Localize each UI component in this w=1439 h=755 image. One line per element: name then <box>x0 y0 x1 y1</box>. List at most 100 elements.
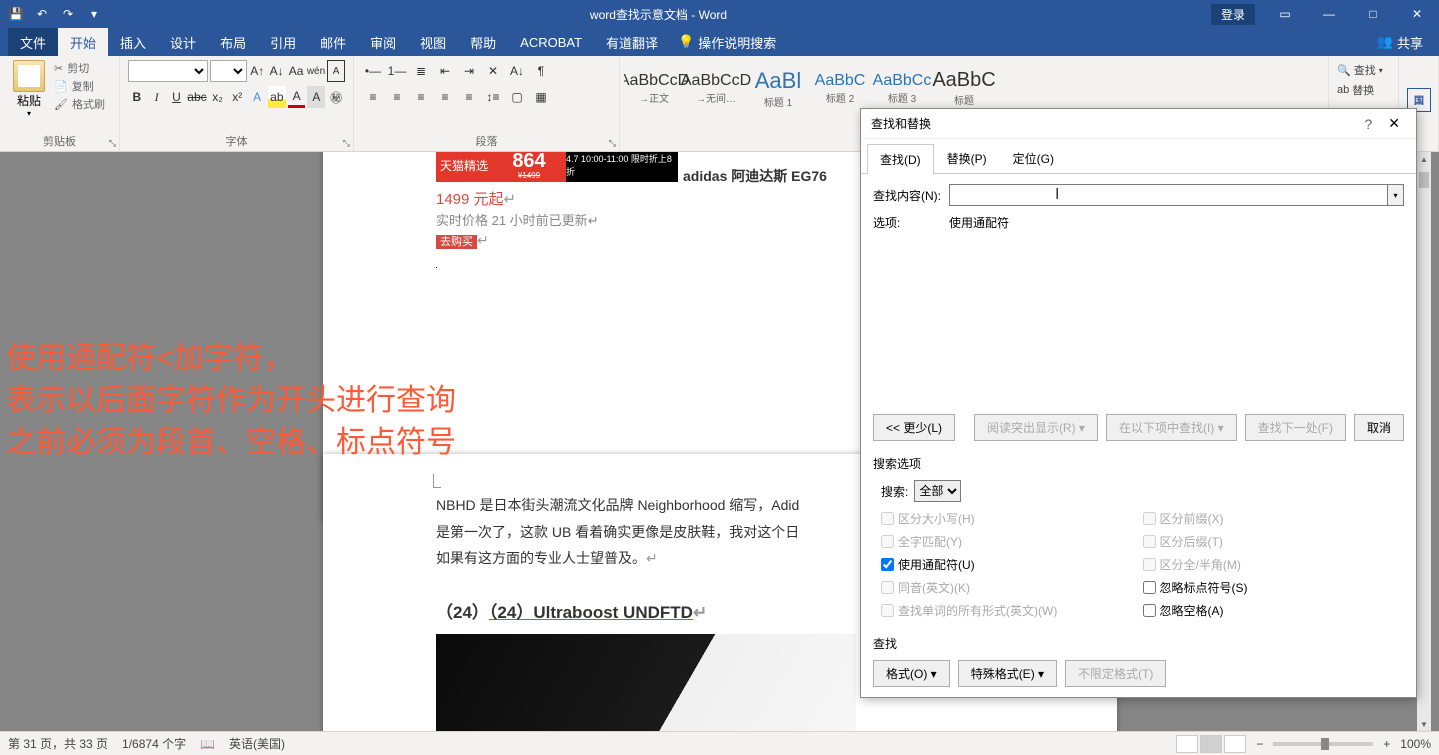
font-launcher-icon[interactable]: ⤡ <box>343 138 350 149</box>
dialog-tab-goto[interactable]: 定位(G) <box>1000 143 1067 173</box>
tab-layout[interactable]: 布局 <box>208 28 258 56</box>
ignore-space-checkbox[interactable]: 忽略空格(A) <box>1143 602 1405 619</box>
align-right-icon[interactable]: ≡ <box>410 86 432 108</box>
enclose-char-icon[interactable]: ㊙ <box>327 86 345 108</box>
special-format-button[interactable]: 特殊格式(E) ▾ <box>958 660 1057 687</box>
strikethrough-button[interactable]: abc <box>187 86 206 108</box>
tab-references[interactable]: 引用 <box>258 28 308 56</box>
tab-youdao[interactable]: 有道翻译 <box>594 28 670 56</box>
zoom-slider[interactable] <box>1273 742 1373 746</box>
replace-button[interactable]: ab替换 <box>1337 80 1390 100</box>
print-layout-icon[interactable] <box>1200 735 1222 753</box>
tab-design[interactable]: 设计 <box>158 28 208 56</box>
maximize-icon[interactable]: □ <box>1351 0 1395 28</box>
dialog-close-icon[interactable]: ✕ <box>1382 115 1406 132</box>
find-next-button[interactable]: 查找下一处(F) <box>1245 414 1346 441</box>
close-window-icon[interactable]: ✕ <box>1395 0 1439 28</box>
search-direction-select[interactable]: 全部 <box>914 480 961 502</box>
status-zoom[interactable]: 100% <box>1400 737 1431 751</box>
cut-button[interactable]: ✂剪切 <box>54 60 105 76</box>
show-marks-icon[interactable]: ¶ <box>530 60 552 82</box>
save-icon[interactable]: 💾 <box>4 2 28 26</box>
zoom-thumb[interactable] <box>1321 738 1329 750</box>
ribbon-options-icon[interactable]: ▭ <box>1263 0 1307 28</box>
tab-home[interactable]: 开始 <box>58 28 108 56</box>
superscript-button[interactable]: x² <box>228 86 246 108</box>
bullets-icon[interactable]: •— <box>362 60 384 82</box>
multilevel-icon[interactable]: ≣ <box>410 60 432 82</box>
tab-view[interactable]: 视图 <box>408 28 458 56</box>
format-painter-button[interactable]: 🖌格式刷 <box>54 96 105 112</box>
phonetic-icon[interactable]: wén <box>307 60 325 82</box>
borders-icon[interactable]: ▦ <box>530 86 552 108</box>
find-button[interactable]: 🔍查找▾ <box>1337 60 1390 80</box>
tab-review[interactable]: 审阅 <box>358 28 408 56</box>
line-spacing-icon[interactable]: ↕≡ <box>482 86 504 108</box>
status-page[interactable]: 第 31 页，共 33 页 <box>8 735 108 752</box>
wildcards-checkbox[interactable]: 使用通配符(U) <box>881 556 1143 573</box>
find-in-button[interactable]: 在以下项中查找(I) ▾ <box>1106 414 1237 441</box>
vertical-scrollbar[interactable]: ▲ ▼ <box>1417 152 1431 731</box>
login-button[interactable]: 登录 <box>1211 4 1255 25</box>
highlight-icon[interactable]: ab <box>268 86 286 108</box>
minimize-icon[interactable]: — <box>1307 0 1351 28</box>
dialog-titlebar[interactable]: 查找和替换 ? ✕ <box>861 109 1416 139</box>
indent-inc-icon[interactable]: ⇥ <box>458 60 480 82</box>
grow-font-icon[interactable]: A↑ <box>249 60 266 82</box>
tab-file[interactable]: 文件 <box>8 28 58 56</box>
distributed-icon[interactable]: ≡ <box>458 86 480 108</box>
zoom-in-icon[interactable]: + <box>1383 737 1390 751</box>
align-center-icon[interactable]: ≡ <box>386 86 408 108</box>
subscript-button[interactable]: x₂ <box>209 86 227 108</box>
align-left-icon[interactable]: ≡ <box>362 86 384 108</box>
change-case-icon[interactable]: Aa <box>287 60 304 82</box>
tab-help[interactable]: 帮助 <box>458 28 508 56</box>
underline-button[interactable]: U <box>168 86 186 108</box>
scrollbar-thumb[interactable] <box>1419 172 1429 188</box>
dialog-tab-replace[interactable]: 替换(P) <box>934 143 1000 173</box>
style-item[interactable]: AaBbCcD→正文 <box>624 60 684 116</box>
paste-dropdown-icon[interactable]: ▾ <box>27 109 31 118</box>
tab-insert[interactable]: 插入 <box>108 28 158 56</box>
copy-button[interactable]: 📄复制 <box>54 78 105 94</box>
web-layout-icon[interactable] <box>1224 735 1246 753</box>
justify-icon[interactable]: ≡ <box>434 86 456 108</box>
italic-button[interactable]: I <box>148 86 166 108</box>
asian-layout-icon[interactable]: ✕ <box>482 60 504 82</box>
char-border-icon[interactable]: A <box>327 60 345 82</box>
dialog-help-icon[interactable]: ? <box>1354 116 1382 132</box>
paste-button[interactable]: 粘贴 ▾ <box>8 60 50 118</box>
numbering-icon[interactable]: 1— <box>386 60 408 82</box>
paragraph-launcher-icon[interactable]: ⤡ <box>609 138 616 149</box>
format-button[interactable]: 格式(O) ▾ <box>873 660 950 687</box>
less-button[interactable]: << 更少(L) <box>873 414 955 441</box>
ignore-punct-checkbox[interactable]: 忽略标点符号(S) <box>1143 579 1405 596</box>
no-format-button[interactable]: 不限定格式(T) <box>1065 660 1166 687</box>
text-effects-icon[interactable]: A <box>248 86 266 108</box>
qat-dropdown-icon[interactable]: ▾ <box>82 2 106 26</box>
undo-icon[interactable]: ↶ <box>30 2 54 26</box>
status-language[interactable]: 英语(美国) <box>229 735 285 752</box>
cancel-button[interactable]: 取消 <box>1354 414 1404 441</box>
spellcheck-icon[interactable]: 📖 <box>200 737 215 751</box>
shrink-font-icon[interactable]: A↓ <box>268 60 285 82</box>
clipboard-launcher-icon[interactable]: ⤡ <box>109 138 116 149</box>
shading-icon[interactable]: ▢ <box>506 86 528 108</box>
tab-mailings[interactable]: 邮件 <box>308 28 358 56</box>
font-color-icon[interactable]: A <box>288 86 306 108</box>
dialog-tab-find[interactable]: 查找(D) <box>867 144 934 174</box>
find-input[interactable] <box>949 184 1388 206</box>
scroll-down-icon[interactable]: ▼ <box>1417 717 1431 731</box>
reading-highlight-button[interactable]: 阅读突出显示(R) ▾ <box>974 414 1098 441</box>
tab-acrobat[interactable]: ACROBAT <box>508 28 594 56</box>
font-size-select[interactable] <box>210 60 247 82</box>
redo-icon[interactable]: ↷ <box>56 2 80 26</box>
sort-icon[interactable]: A↓ <box>506 60 528 82</box>
tell-me-search[interactable]: 💡 操作说明搜索 <box>678 33 776 52</box>
indent-dec-icon[interactable]: ⇤ <box>434 60 456 82</box>
font-family-select[interactable] <box>128 60 208 82</box>
scroll-up-icon[interactable]: ▲ <box>1417 152 1431 166</box>
char-shading-icon[interactable]: A <box>307 86 325 108</box>
find-dropdown-icon[interactable]: ▾ <box>1388 184 1404 206</box>
status-wordcount[interactable]: 1/6874 个字 <box>122 735 186 752</box>
